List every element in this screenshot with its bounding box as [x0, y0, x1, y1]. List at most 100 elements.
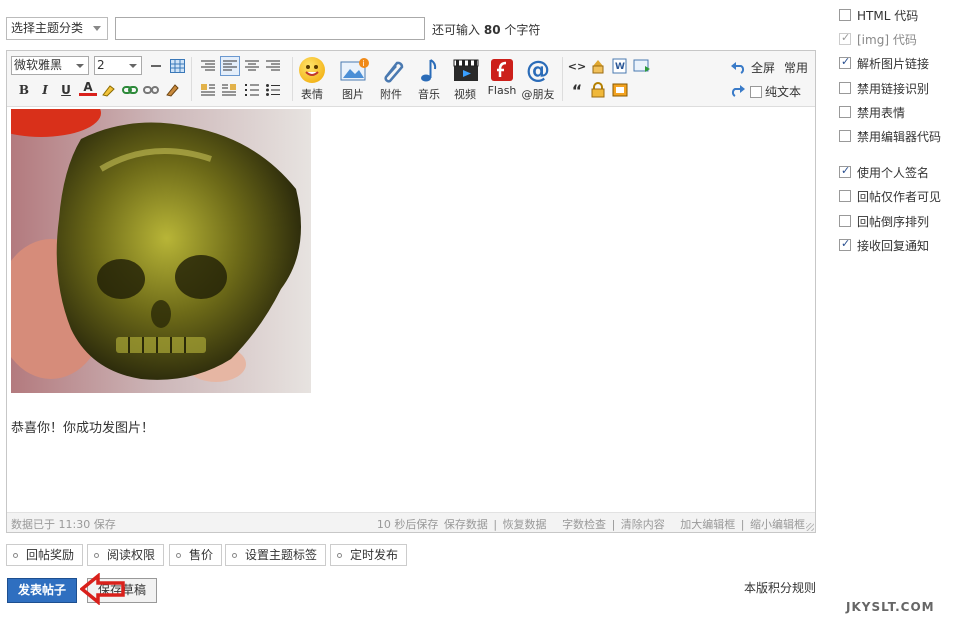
unordered-list-icon[interactable]: [264, 81, 282, 99]
option-disable-smilies[interactable]: 禁用表情: [839, 104, 905, 120]
option-checkbox[interactable]: [839, 82, 851, 94]
enlarge-editor-link[interactable]: 加大编辑框: [680, 518, 735, 531]
at-friend-button[interactable]: @ @朋友: [520, 57, 556, 103]
board-credit-rules-link[interactable]: 本版积分规则: [744, 579, 816, 596]
ordered-list-icon[interactable]: [243, 81, 261, 99]
font-family-select[interactable]: 微软雅黑: [11, 56, 89, 75]
thread-tags-button[interactable]: 设置主题标签: [225, 544, 327, 566]
clear-format-icon[interactable]: [163, 81, 181, 99]
word-check-link[interactable]: 字数检查: [562, 518, 606, 531]
unlink-icon[interactable]: [142, 81, 160, 99]
video-button[interactable]: 视频: [447, 57, 483, 103]
subject-input[interactable]: [115, 17, 425, 40]
float-right-icon[interactable]: [220, 81, 238, 99]
chevron-down-icon: [76, 64, 84, 68]
option-checkbox[interactable]: [839, 130, 851, 142]
restore-data-link[interactable]: 恢复数据: [503, 518, 547, 531]
table-icon[interactable]: [168, 57, 186, 75]
chevron-down-icon: [129, 64, 137, 68]
paperclip-icon: [378, 57, 404, 83]
code-button[interactable]: <>: [568, 57, 586, 75]
plaintext-checkbox[interactable]: [750, 85, 762, 98]
option-html-code[interactable]: HTML 代码: [839, 7, 918, 23]
option-disable-editor-code[interactable]: 禁用编辑器代码: [839, 128, 941, 144]
posted-image: [11, 109, 311, 393]
char-count-hint: 还可输入 80 个字符: [432, 23, 541, 37]
reply-reward-button[interactable]: 回帖奖励: [6, 544, 84, 566]
bullet-icon: [337, 553, 342, 558]
background-color-icon[interactable]: [100, 81, 118, 99]
lock-icon[interactable]: [589, 81, 607, 99]
option-checkbox[interactable]: [839, 215, 851, 227]
flash-button[interactable]: Flash: [484, 57, 520, 103]
option-checkbox[interactable]: [839, 237, 851, 251]
red-arrow-annotation-icon: [80, 573, 125, 605]
post-message: 恭喜你！你成功发图片！: [11, 421, 155, 436]
word-paste-icon[interactable]: W: [611, 57, 629, 75]
thread-type-select[interactable]: 选择主题分类: [6, 17, 108, 40]
flash-icon: [491, 59, 513, 81]
site-watermark: JKYSLT.COM: [846, 600, 935, 614]
option-disable-link-parse[interactable]: 禁用链接识别: [839, 80, 929, 96]
smiley-icon: [299, 57, 325, 83]
editor-toolbar: 微软雅黑 2 B I U A 表情 i 图片 附件 音乐 视频 Flash @ …: [7, 51, 815, 107]
align-center-icon[interactable]: [243, 57, 261, 75]
quote-button[interactable]: “: [568, 81, 586, 100]
at-sign-icon: @: [526, 56, 550, 84]
option-checkbox[interactable]: [839, 55, 851, 69]
bullet-icon: [176, 553, 181, 558]
plaintext-toggle[interactable]: 纯文本: [750, 83, 801, 100]
option-reverse-reply-order[interactable]: 回帖倒序排列: [839, 213, 929, 229]
save-data-link[interactable]: 保存数据: [444, 518, 488, 531]
align-left-outdent-icon[interactable]: [199, 57, 217, 75]
char-count: 80: [483, 23, 501, 37]
bold-button[interactable]: B: [15, 81, 33, 99]
emoticon-button[interactable]: 表情: [294, 57, 330, 103]
redo-icon[interactable]: [729, 81, 747, 99]
svg-text:W: W: [615, 62, 625, 72]
option-checkbox: [839, 31, 851, 45]
option-reply-author-only[interactable]: 回帖仅作者可见: [839, 188, 941, 204]
float-left-icon[interactable]: [199, 81, 217, 99]
insert-media-icon[interactable]: [633, 57, 651, 75]
option-checkbox[interactable]: [839, 106, 851, 118]
autosave-status: 数据已于 11:30 保存: [11, 518, 116, 531]
option-checkbox[interactable]: [839, 164, 851, 178]
attachment-button[interactable]: 附件: [373, 57, 409, 103]
thread-type-label: 选择主题分类: [11, 21, 84, 35]
align-left-icon[interactable]: [220, 56, 240, 76]
horizontal-rule-icon[interactable]: [147, 57, 165, 75]
bullet-icon: [13, 553, 18, 558]
underline-button[interactable]: U: [57, 81, 75, 99]
option-use-signature[interactable]: 使用个人签名: [839, 164, 929, 180]
autosave-countdown: 10 秒后保存: [376, 518, 439, 531]
editor-statusbar: 数据已于 11:30 保存 10 秒后保存 保存数据 | 恢复数据 字数检查 |…: [7, 512, 815, 532]
italic-button[interactable]: I: [36, 81, 54, 99]
option-parse-image-url[interactable]: 解析图片链接: [839, 55, 929, 71]
price-button[interactable]: 售价: [169, 544, 223, 566]
common-button[interactable]: 常用: [784, 59, 808, 76]
option-reply-notification[interactable]: 接收回复通知: [839, 237, 929, 253]
link-icon[interactable]: [121, 81, 139, 99]
option-img-code: [img] 代码: [839, 31, 917, 47]
bullet-icon: [232, 553, 237, 558]
align-right-icon[interactable]: [264, 57, 282, 75]
read-permission-button[interactable]: 阅读权限: [87, 544, 165, 566]
post-editor: 微软雅黑 2 B I U A 表情 i 图片 附件 音乐 视频 Flash @ …: [6, 50, 816, 533]
option-checkbox[interactable]: [839, 9, 851, 21]
hide-content-icon[interactable]: [589, 57, 607, 75]
image-button[interactable]: i 图片: [335, 57, 371, 103]
page-break-icon[interactable]: [611, 81, 629, 99]
schedule-publish-button[interactable]: 定时发布: [330, 544, 408, 566]
clear-content-link[interactable]: 清除内容: [621, 518, 665, 531]
fullscreen-button[interactable]: 全屏: [751, 59, 775, 76]
music-button[interactable]: 音乐: [411, 57, 447, 103]
undo-icon[interactable]: [729, 58, 747, 76]
font-color-button[interactable]: A: [79, 80, 97, 96]
submit-post-button[interactable]: 发表帖子: [7, 578, 77, 603]
font-size-select[interactable]: 2: [94, 56, 142, 75]
shrink-editor-link[interactable]: 缩小编辑框: [750, 518, 805, 531]
resize-grip-icon[interactable]: [806, 523, 814, 531]
option-checkbox[interactable]: [839, 190, 851, 202]
image-icon: i: [340, 57, 369, 83]
